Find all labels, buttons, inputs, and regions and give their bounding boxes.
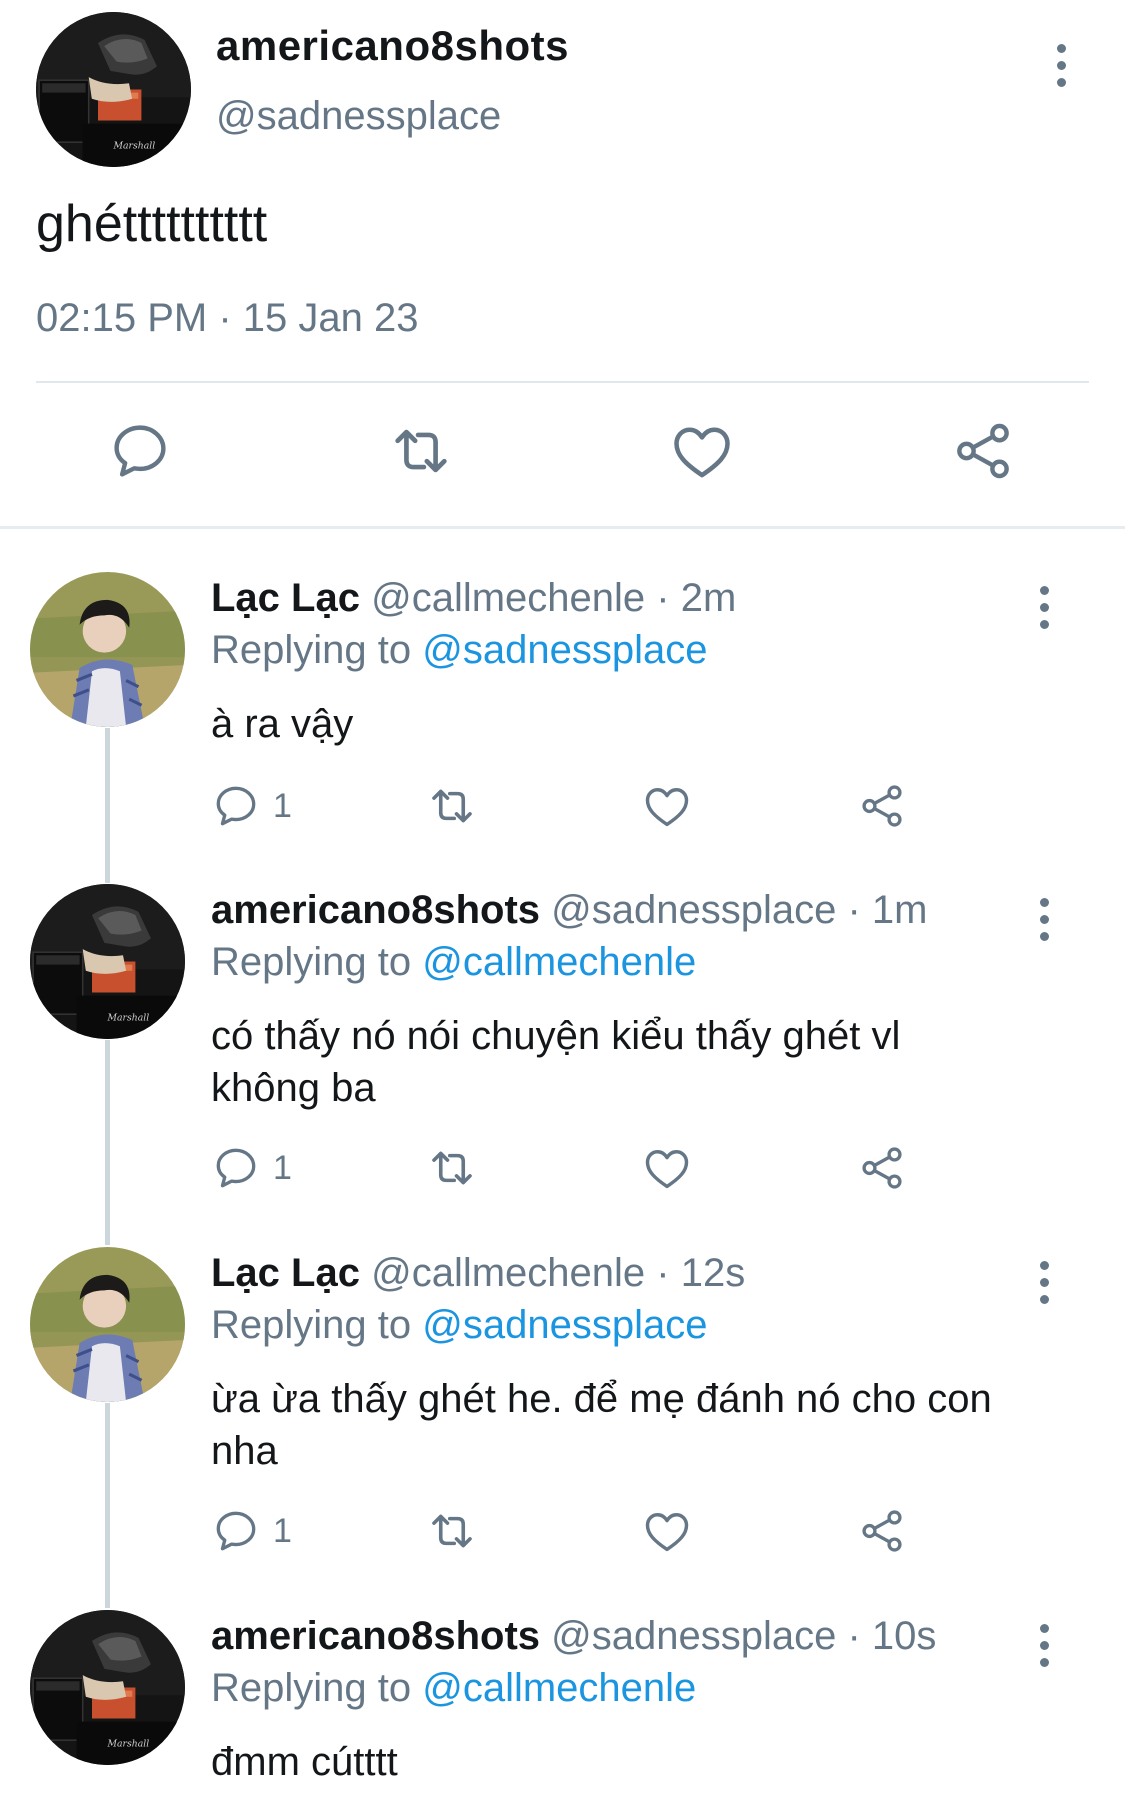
like-icon xyxy=(641,1142,693,1194)
share-icon xyxy=(857,781,907,831)
reply-handle-time: @sadnessplace · 10s xyxy=(551,1614,937,1658)
reply-item[interactable]: americano8shots @sadnessplace · 1m Reply… xyxy=(0,884,1125,1224)
more-options-icon[interactable] xyxy=(1036,1261,1052,1304)
reply-count: 1 xyxy=(273,1148,292,1187)
share-icon xyxy=(950,418,1016,484)
tweet-text: ghétttttttttt xyxy=(36,195,268,253)
reply-author-name[interactable]: Lạc Lạc xyxy=(211,576,360,620)
like-button[interactable] xyxy=(641,776,693,836)
like-icon xyxy=(641,1505,693,1557)
reply-author-name[interactable]: americano8shots xyxy=(211,1614,540,1658)
retweet-icon xyxy=(425,1504,479,1558)
avatar-image xyxy=(30,884,185,1039)
share-icon xyxy=(857,1506,907,1556)
reply-count: 1 xyxy=(273,1511,292,1550)
reply-actions: 1 xyxy=(0,1138,1125,1198)
reply-avatar[interactable] xyxy=(30,884,185,1039)
replying-to-label: Replying to xyxy=(211,628,423,672)
reply-icon xyxy=(211,1506,261,1556)
share-button[interactable] xyxy=(857,1501,907,1561)
reply-text: à ra vậy xyxy=(211,702,354,746)
retweet-button[interactable] xyxy=(425,1501,479,1561)
retweet-icon xyxy=(386,416,456,486)
avatar-image xyxy=(30,1247,185,1402)
retweet-button[interactable] xyxy=(425,776,479,836)
reply-handle-time: @callmechenle · 2m xyxy=(371,576,737,620)
like-button[interactable] xyxy=(641,1501,693,1561)
reply-button[interactable]: 1 xyxy=(211,776,292,836)
replying-to-mention[interactable]: @callmechenle xyxy=(422,940,696,984)
replying-to-label: Replying to xyxy=(211,1666,423,1710)
replying-to: Replying to @sadnessplace xyxy=(211,1303,707,1348)
reply-author-name[interactable]: Lạc Lạc xyxy=(211,1251,360,1295)
replying-to-mention[interactable]: @sadnessplace xyxy=(422,1303,707,1347)
author-name[interactable]: americano8shots xyxy=(216,22,569,70)
replying-to-mention[interactable]: @sadnessplace xyxy=(422,628,707,672)
reply-item[interactable]: Lạc Lạc @callmechenle · 2m Replying to @… xyxy=(0,572,1125,852)
reply-author-name[interactable]: americano8shots xyxy=(211,888,540,932)
reply-item[interactable]: Lạc Lạc @callmechenle · 12s Replying to … xyxy=(0,1247,1125,1587)
like-button[interactable] xyxy=(641,1138,693,1198)
tweet-actions-bar xyxy=(0,410,1125,500)
share-button[interactable] xyxy=(857,776,907,836)
reply-text: có thấy nó nói chuyện kiểu thấy ghét vl … xyxy=(211,1014,901,1110)
share-button[interactable] xyxy=(857,1138,907,1198)
reply-avatar[interactable] xyxy=(30,572,185,727)
reply-header: Lạc Lạc @callmechenle · 2m xyxy=(211,576,736,621)
reply-handle-time: @sadnessplace · 1m xyxy=(551,888,928,932)
retweet-icon xyxy=(425,779,479,833)
replying-to-mention[interactable]: @callmechenle xyxy=(422,1666,696,1710)
reply-icon xyxy=(107,418,173,484)
reply-actions: 1 xyxy=(0,776,1125,836)
reply-avatar[interactable] xyxy=(30,1247,185,1402)
retweet-button[interactable] xyxy=(386,416,456,486)
author-avatar[interactable] xyxy=(36,12,191,167)
replying-to-label: Replying to xyxy=(211,1303,423,1347)
author-handle[interactable]: @sadnessplace xyxy=(216,94,501,139)
replying-to: Replying to @callmechenle xyxy=(211,940,696,985)
retweet-button[interactable] xyxy=(425,1138,479,1198)
reply-avatar[interactable] xyxy=(30,1610,185,1765)
reply-button[interactable]: 1 xyxy=(211,1501,292,1561)
replying-to: Replying to @callmechenle xyxy=(211,1666,696,1711)
reply-item[interactable]: americano8shots @sadnessplace · 10s Repl… xyxy=(0,1610,1125,1811)
more-options-icon[interactable] xyxy=(1053,44,1069,87)
section-divider xyxy=(0,526,1125,529)
like-icon xyxy=(641,780,693,832)
like-button[interactable] xyxy=(667,416,737,486)
retweet-icon xyxy=(425,1141,479,1195)
reply-count: 1 xyxy=(273,786,292,825)
reply-handle-time: @callmechenle · 12s xyxy=(371,1251,746,1295)
like-icon xyxy=(668,417,736,485)
share-button[interactable] xyxy=(948,416,1018,486)
avatar-image xyxy=(36,12,191,167)
more-options-icon[interactable] xyxy=(1036,1624,1052,1667)
divider xyxy=(36,381,1089,383)
reply-header: Lạc Lạc @callmechenle · 12s xyxy=(211,1251,745,1296)
tweet-timestamp: 02:15 PM · 15 Jan 23 xyxy=(36,296,419,340)
reply-button[interactable]: 1 xyxy=(211,1138,292,1198)
reply-button[interactable] xyxy=(105,416,175,486)
reply-text: ừa ừa thấy ghét he. để mẹ đánh nó cho co… xyxy=(211,1377,992,1473)
more-options-icon[interactable] xyxy=(1036,586,1052,629)
more-options-icon[interactable] xyxy=(1036,898,1052,941)
avatar-image xyxy=(30,1610,185,1765)
reply-text: đmm cútttt xyxy=(211,1740,398,1784)
reply-header: americano8shots @sadnessplace · 1m xyxy=(211,888,927,933)
reply-actions: 1 xyxy=(0,1501,1125,1561)
reply-header: americano8shots @sadnessplace · 10s xyxy=(211,1614,936,1659)
reply-icon xyxy=(211,781,261,831)
replying-to: Replying to @sadnessplace xyxy=(211,628,707,673)
avatar-image xyxy=(30,572,185,727)
share-icon xyxy=(857,1143,907,1193)
reply-icon xyxy=(211,1143,261,1193)
replying-to-label: Replying to xyxy=(211,940,423,984)
